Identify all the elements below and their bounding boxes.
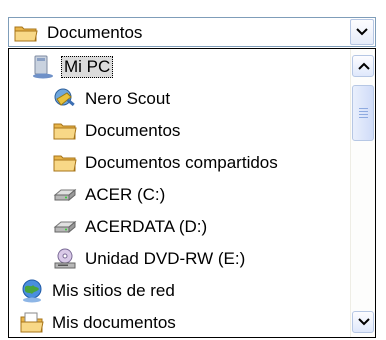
hard-drive-icon (53, 220, 77, 234)
location-dropdown-list: Mi PC Nero Scout Documentos Documentos c… (8, 48, 376, 338)
list-item-mis-sitios-de-red[interactable]: Mis sitios de red (20, 277, 177, 305)
computer-icon (33, 55, 53, 79)
list-item-nero-scout[interactable]: Nero Scout (53, 85, 172, 113)
scroll-up-button[interactable] (352, 55, 374, 77)
network-places-icon (22, 279, 42, 303)
nero-scout-icon (54, 88, 75, 107)
chevron-down-icon (358, 318, 370, 326)
location-combo[interactable]: Documentos (8, 17, 376, 47)
scrollbar-thumb[interactable] (352, 85, 374, 141)
vertical-scrollbar[interactable] (350, 49, 375, 337)
list-item-documentos-compartidos[interactable]: Documentos compartidos (53, 149, 280, 177)
chevron-down-icon (356, 28, 368, 36)
my-documents-icon (20, 312, 44, 333)
list-item-acerdata-d[interactable]: ACERDATA (D:) (53, 213, 209, 241)
folder-icon (53, 123, 77, 140)
dvd-drive-icon (54, 248, 76, 269)
list-item-acer-c[interactable]: ACER (C:) (53, 181, 167, 209)
list-item-mi-pc[interactable]: Mi PC (31, 53, 114, 81)
chevron-up-icon (358, 62, 370, 70)
list-item-mis-documentos[interactable]: Mis documentos (20, 309, 178, 337)
hard-drive-icon (53, 188, 77, 202)
list-item-documentos[interactable]: Documentos (53, 117, 182, 145)
combo-value: Documentos (47, 23, 143, 42)
folder-icon (53, 155, 77, 172)
list-item-unidad-dvd-rw[interactable]: Unidad DVD-RW (E:) (53, 245, 247, 273)
folder-icon (14, 23, 38, 43)
scroll-down-button[interactable] (352, 311, 374, 333)
combo-dropdown-button[interactable] (350, 19, 374, 45)
